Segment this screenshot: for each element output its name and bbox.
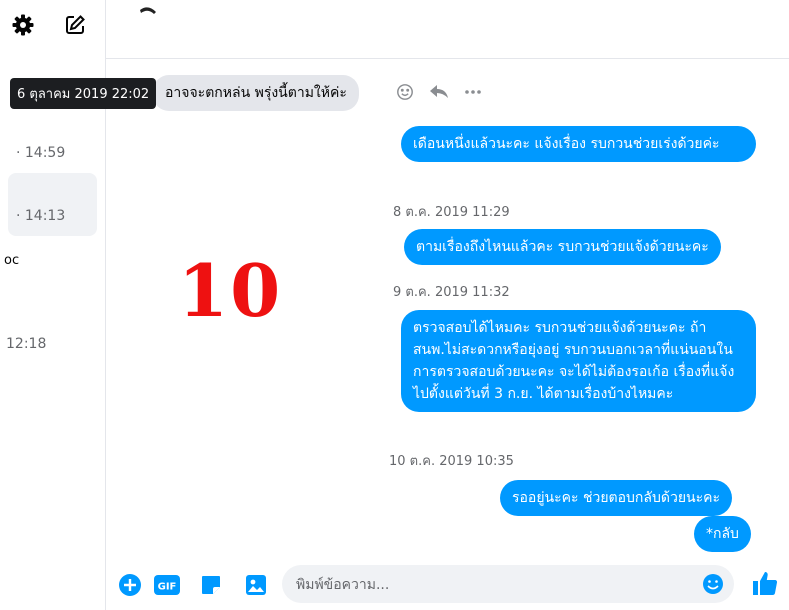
outgoing-message[interactable]: รออยู่นะคะ ช่วยตอบกลับด้วยนะคะ [500, 480, 732, 516]
sidebar-toolbar [8, 10, 90, 40]
gif-button[interactable]: GIF [154, 573, 180, 597]
image-button[interactable] [243, 573, 269, 597]
sticker-icon [202, 576, 220, 594]
message-timestamp: 9 ต.ค. 2019 11:32 [393, 285, 510, 300]
outgoing-message[interactable]: ตามเรื่องถึงไหนแล้วคะ รบกวนช่วยแจ้งด้วยน… [404, 229, 721, 265]
gif-label: GIF [158, 582, 177, 593]
header-divider [105, 58, 789, 59]
more-actions-button[interactable] [117, 573, 143, 597]
message-composer: GIF [105, 560, 789, 610]
outgoing-message[interactable]: ตรวจสอบได้ไหมคะ รบกวนช่วยแจ้งด้วยนะคะ ถ้… [401, 310, 756, 412]
message-actions [395, 82, 483, 102]
plus-icon [119, 574, 141, 596]
like-icon [753, 572, 778, 596]
emoji-icon [397, 84, 413, 100]
message-timestamp: 10 ต.ค. 2019 10:35 [389, 454, 514, 469]
message-input-container [282, 565, 734, 605]
gear-icon [12, 14, 34, 36]
incoming-message[interactable]: อาจจะตกหล่น พรุ่งนี้ตามให้ค่ะ [153, 75, 359, 111]
overlay-number: 10 [178, 248, 283, 333]
reply-icon [430, 85, 448, 98]
outgoing-message[interactable]: *กลับ [694, 516, 751, 552]
image-icon [246, 575, 266, 595]
conversation-item-active[interactable] [8, 173, 97, 236]
more-icon [465, 90, 481, 94]
outgoing-message[interactable]: เดือนหนึ่งแล้วนะคะ แจ้งเรื่อง รบกวนช่วยเ… [401, 126, 756, 162]
conversation-time: · 14:13 [16, 208, 66, 224]
like-button[interactable] [750, 568, 780, 598]
reply-button[interactable] [429, 82, 449, 102]
conversation-time: 12:18 [6, 336, 47, 352]
more-button[interactable] [463, 82, 483, 102]
conversation-time: · 14:59 [16, 145, 66, 161]
conversation-snippet: oc [4, 253, 20, 268]
new-message-button[interactable] [60, 10, 90, 40]
react-button[interactable] [395, 82, 415, 102]
message-input[interactable] [294, 565, 698, 605]
compose-icon [66, 15, 85, 34]
message-timestamp: 8 ต.ค. 2019 11:29 [393, 205, 510, 220]
sticker-button[interactable] [198, 573, 224, 597]
header-avatar-fragment [140, 7, 156, 14]
timestamp-tooltip: 6 ตุลาคม 2019 22:02 [10, 78, 157, 109]
settings-button[interactable] [8, 10, 38, 40]
emoji-icon[interactable] [702, 573, 724, 595]
gif-icon: GIF [154, 575, 180, 595]
